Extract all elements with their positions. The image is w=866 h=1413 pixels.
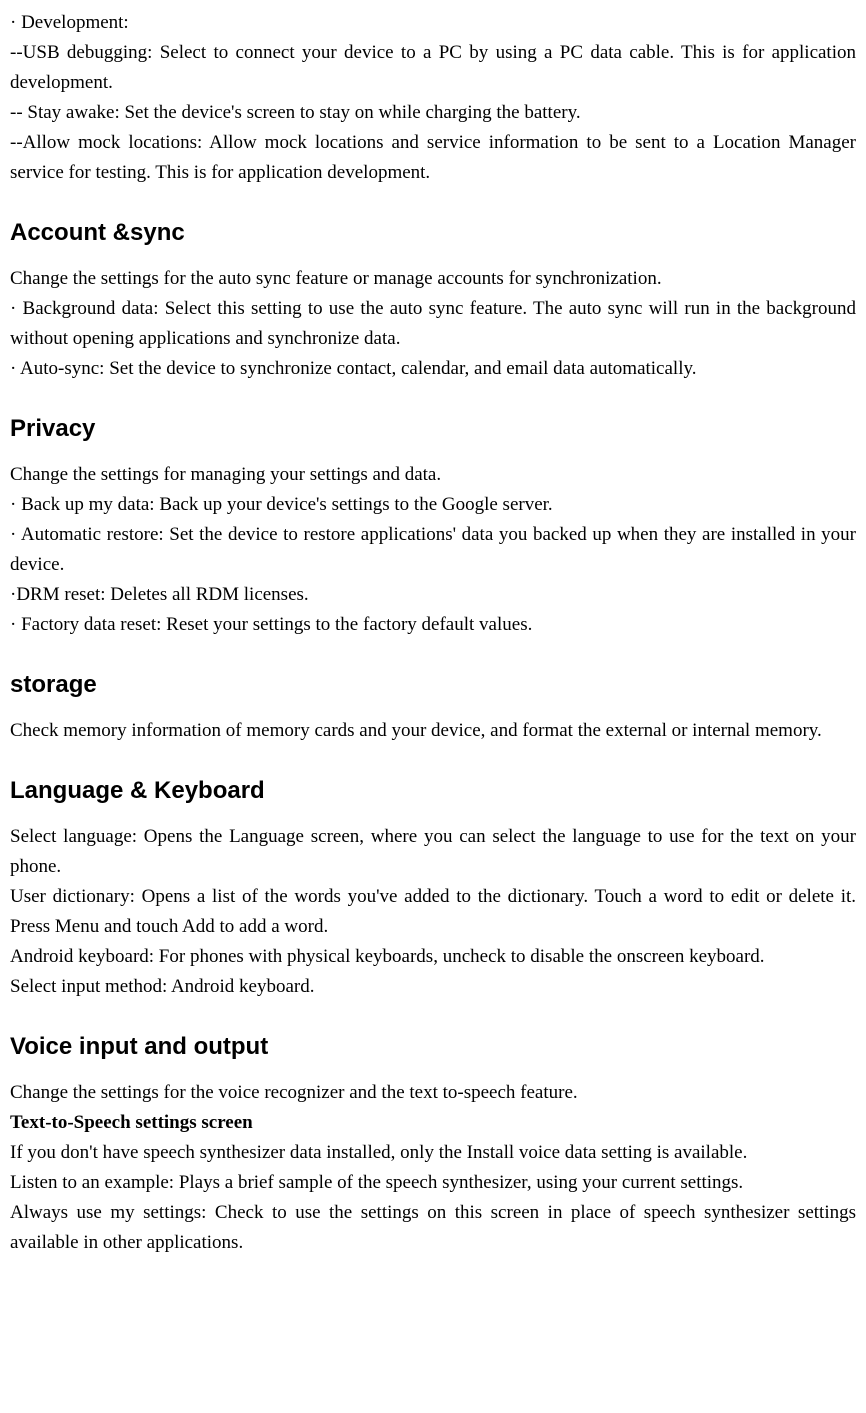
development-title: · Development: xyxy=(10,8,856,38)
stay-awake-text: -- Stay awake: Set the device's screen t… xyxy=(10,98,856,128)
automatic-restore-text: · Automatic restore: Set the device to r… xyxy=(10,520,856,580)
account-sync-intro: Change the settings for the auto sync fe… xyxy=(10,264,856,294)
voice-heading: Voice input and output xyxy=(10,1028,856,1066)
voice-intro: Change the settings for the voice recogn… xyxy=(10,1078,856,1108)
usb-debugging-text: --USB debugging: Select to connect your … xyxy=(10,38,856,98)
backup-my-data-text: · Back up my data: Back up your device's… xyxy=(10,490,856,520)
tts-settings-heading: Text-to-Speech settings screen xyxy=(10,1108,856,1138)
select-input-method-text: Select input method: Android keyboard. xyxy=(10,972,856,1002)
listen-example-text: Listen to an example: Plays a brief samp… xyxy=(10,1168,856,1198)
voice-no-data-text: If you don't have speech synthesizer dat… xyxy=(10,1138,856,1168)
android-keyboard-text: Android keyboard: For phones with physic… xyxy=(10,942,856,972)
privacy-heading: Privacy xyxy=(10,410,856,448)
storage-heading: storage xyxy=(10,666,856,704)
account-sync-heading: Account &sync xyxy=(10,214,856,252)
background-data-text: · Background data: Select this setting t… xyxy=(10,294,856,354)
auto-sync-text: · Auto-sync: Set the device to synchroni… xyxy=(10,354,856,384)
storage-intro: Check memory information of memory cards… xyxy=(10,716,856,746)
user-dictionary-text: User dictionary: Opens a list of the wor… xyxy=(10,882,856,942)
select-language-text: Select language: Opens the Language scre… xyxy=(10,822,856,882)
privacy-intro: Change the settings for managing your se… xyxy=(10,460,856,490)
drm-reset-text: ·DRM reset: Deletes all RDM licenses. xyxy=(10,580,856,610)
always-use-settings-text: Always use my settings: Check to use the… xyxy=(10,1198,856,1258)
language-keyboard-heading: Language & Keyboard xyxy=(10,772,856,810)
factory-reset-text: · Factory data reset: Reset your setting… xyxy=(10,610,856,640)
allow-mock-locations-text: --Allow mock locations: Allow mock locat… xyxy=(10,128,856,188)
